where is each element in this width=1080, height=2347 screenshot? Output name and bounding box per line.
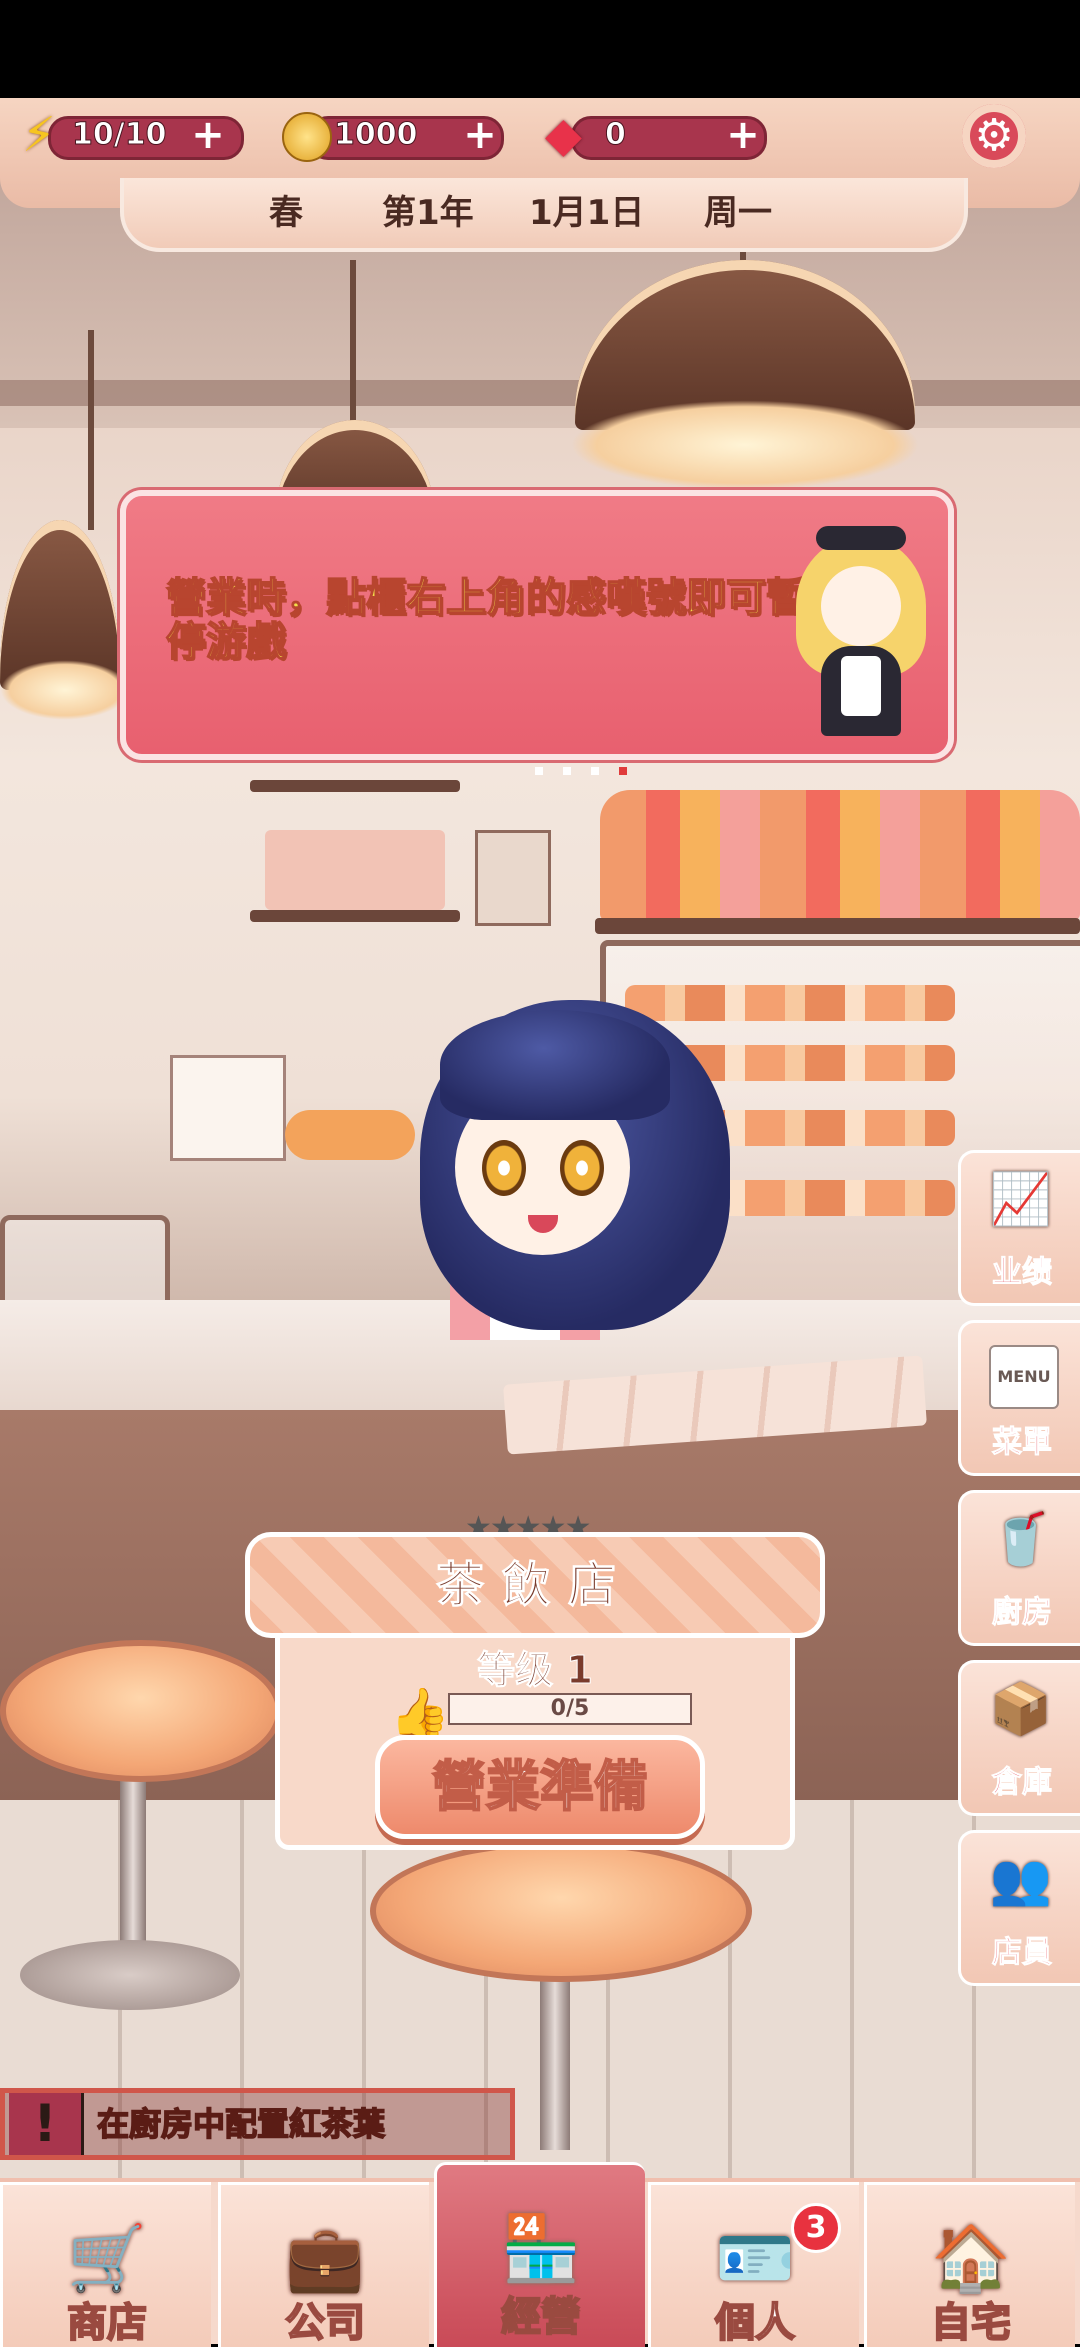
stool-seat — [370, 1840, 752, 1982]
lamp-cord — [88, 330, 94, 530]
lightning-icon: ⚡ — [22, 107, 56, 163]
quest-text: 在廚房中配置紅茶葉 — [96, 2104, 386, 2144]
shop-level: 等级 1 — [477, 1648, 594, 1693]
prepare-business-button[interactable]: 營業準備 — [375, 1735, 705, 1839]
status-bar — [0, 0, 1080, 98]
coin-icon — [282, 112, 332, 162]
nav-shop[interactable]: 🛒 商店 — [0, 2182, 211, 2347]
side-label: 菜單 — [992, 1425, 1053, 1461]
side-label: 业绩 — [992, 1255, 1053, 1291]
chart-icon: 📈 — [989, 1170, 1053, 1228]
stool-leg — [120, 1760, 146, 1960]
stool-base — [20, 1940, 240, 2010]
staff-icon: 👥 — [989, 1850, 1053, 1908]
page-dot — [535, 767, 543, 775]
menu-board — [170, 1055, 286, 1161]
character-eye — [482, 1140, 526, 1196]
lamp-glow — [0, 660, 130, 720]
nav-manage[interactable]: 🏪 經營 — [434, 2162, 645, 2347]
card-icon: 🪪 — [715, 2222, 795, 2296]
shop-name: 茶飲店 — [435, 1557, 634, 1614]
day: 1月1日 — [529, 193, 645, 233]
side-label: 店員 — [992, 1935, 1053, 1971]
stool-seat — [0, 1640, 282, 1782]
nav-label: 經營 — [500, 2293, 582, 2341]
notification-badge: 3 — [791, 2203, 841, 2253]
energy-counter: ⚡ 10/10 + — [20, 107, 244, 163]
coin-value: 1000 — [334, 117, 418, 153]
page-dot-active — [619, 767, 627, 775]
menu-icon: MENU — [989, 1345, 1059, 1409]
fruit-bowl — [285, 1110, 415, 1160]
tip-page-indicator — [535, 760, 647, 779]
weekday: 周一 — [704, 193, 772, 233]
tip-text: 營業時，點櫃右上角的感嘆號即可暫停游戲 — [165, 575, 807, 665]
season: 春 — [269, 193, 303, 233]
tip-banner[interactable]: 營業時，點櫃右上角的感嘆號即可暫停游戲 — [120, 490, 954, 760]
character-eye — [560, 1140, 604, 1196]
level-progress-bar: 0/5 — [448, 1693, 692, 1725]
wall-shelf — [250, 780, 460, 792]
exclamation-icon: ! — [9, 2093, 84, 2155]
add-energy-button[interactable]: + — [188, 115, 228, 155]
side-label: 倉庫 — [992, 1765, 1053, 1801]
nav-company[interactable]: 💼 公司 — [218, 2182, 429, 2347]
briefcase-icon: 💼 — [285, 2222, 365, 2296]
side-button-warehouse[interactable]: 📦 倉庫 — [958, 1660, 1080, 1816]
gem-counter: ◆ 0 + — [545, 107, 767, 163]
blender-icon: 🥤 — [989, 1510, 1053, 1568]
nav-home[interactable]: 🏠 自宅 — [864, 2182, 1075, 2347]
wall-beam — [0, 380, 1080, 406]
picture-frame — [475, 830, 551, 926]
energy-value: 10/10 — [71, 117, 167, 153]
gem-value: 0 — [605, 117, 627, 153]
store-icon: 🏪 — [501, 2212, 581, 2286]
fruit-display — [600, 790, 1080, 920]
house-icon: 🏠 — [931, 2222, 1011, 2296]
quest-hint[interactable]: ! 在廚房中配置紅茶葉 — [0, 2088, 515, 2160]
page-dot — [563, 767, 571, 775]
progress-text: 0/5 — [550, 1696, 590, 1721]
box-icon: 📦 — [989, 1680, 1053, 1738]
add-coins-button[interactable]: + — [460, 115, 500, 155]
shelf-items — [265, 830, 445, 910]
page-dot — [591, 767, 599, 775]
shop-panel: 等级 1 👍 0/5 營業準備 — [275, 1610, 795, 1850]
year: 第1年 — [382, 193, 474, 233]
settings-gear-icon[interactable]: ⚙ — [962, 104, 1026, 168]
add-gems-button[interactable]: + — [723, 115, 763, 155]
side-label: 廚房 — [992, 1595, 1053, 1631]
cart-icon: 🛒 — [67, 2222, 147, 2296]
case-row — [625, 985, 955, 1021]
side-button-performance[interactable]: 📈 业绩 — [958, 1150, 1080, 1306]
shop-header: 茶飲店 — [245, 1532, 825, 1638]
maid-mascot — [786, 506, 936, 736]
nav-personal[interactable]: 🪪 3 個人 — [648, 2182, 859, 2347]
side-button-kitchen[interactable]: 🥤 廚房 — [958, 1490, 1080, 1646]
display-shelf — [595, 918, 1080, 934]
wall-shelf — [250, 910, 460, 922]
bottom-nav: 🛒 商店 💼 公司 🏪 經營 🪪 3 個人 🏠 自宅 — [0, 2162, 1080, 2347]
character-bangs — [440, 1010, 670, 1120]
thumbs-up-icon: 👍 — [390, 1685, 450, 1741]
date-bar: 春 第1年 1月1日 周一 — [120, 178, 968, 252]
side-button-staff[interactable]: 👥 店員 — [958, 1830, 1080, 1986]
side-button-menu[interactable]: MENU 菜單 — [958, 1320, 1080, 1476]
gem-icon: ◆ — [545, 107, 582, 163]
prepare-business-label: 營業準備 — [431, 1754, 649, 1819]
coin-counter: 1000 + — [282, 110, 504, 162]
lamp-glow — [570, 400, 920, 490]
